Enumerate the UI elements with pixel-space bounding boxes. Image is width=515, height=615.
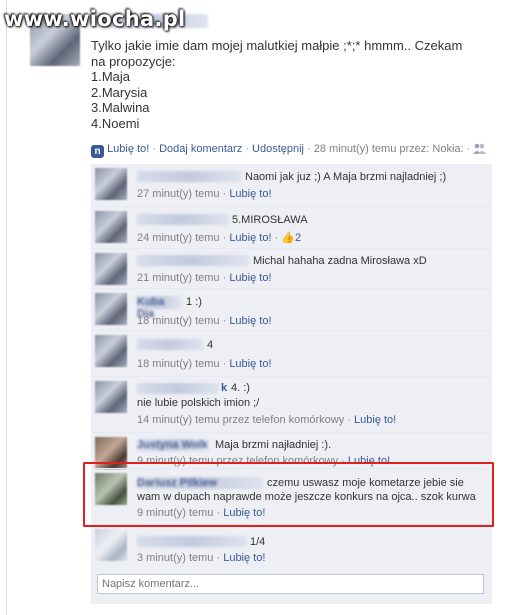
commenter-avatar[interactable] bbox=[95, 253, 127, 285]
comment-text: 5.MIROSŁAWA bbox=[232, 214, 308, 226]
separator: · bbox=[245, 143, 249, 155]
post-line: na propozycje: bbox=[91, 53, 176, 69]
comment: Naomi jak juz ;) A Maja brzmi najladniej… bbox=[91, 164, 492, 206]
comment-text: 1/4 bbox=[250, 536, 266, 548]
commenter-avatar[interactable] bbox=[95, 168, 127, 200]
commenter-name-blurred[interactable] bbox=[137, 536, 247, 547]
comment-time: 21 minut(y) temu bbox=[137, 272, 220, 284]
commenter-name[interactable]: Kuba Dia bbox=[137, 296, 181, 320]
highlight-frame bbox=[83, 462, 494, 527]
share-button[interactable]: Udostępnij bbox=[252, 143, 304, 155]
comment-time: 18 minut(y) temu bbox=[137, 315, 220, 327]
commenter-name[interactable]: Justyna Wolk bbox=[137, 439, 209, 451]
add-comment-button[interactable]: Dodaj komentarz bbox=[159, 143, 242, 155]
comment-meta: 14 minut(y) temu przez telefon komórkowy… bbox=[137, 414, 397, 426]
separator: · bbox=[307, 143, 311, 155]
commenter-name-blurred[interactable] bbox=[137, 255, 249, 266]
watermark: www.wiocha.pl bbox=[4, 7, 186, 31]
comment-meta: 3 minut(y) temu · Lubię to! bbox=[137, 552, 266, 564]
comment-text: Michal hahaha zadna Mirosława xD bbox=[253, 255, 427, 267]
post-line: 2.Marysia bbox=[91, 84, 148, 100]
nokia-app-icon: n bbox=[91, 145, 104, 158]
comment-meta: 18 minut(y) temu · Lubię to! bbox=[137, 315, 272, 327]
post-text: Tylko jakie imie dam mojej malutkiej mał… bbox=[91, 38, 486, 131]
comment-time: 24 minut(y) temu bbox=[137, 232, 220, 244]
commenter-avatar[interactable] bbox=[95, 381, 127, 413]
comment-like-button[interactable]: Lubię to! bbox=[229, 315, 271, 327]
comment-time: 14 minut(y) temu przez telefon komórkowy bbox=[137, 414, 345, 426]
commenter-avatar[interactable] bbox=[95, 529, 127, 561]
page-divider bbox=[6, 0, 7, 615]
comment-time: 18 minut(y) temu bbox=[137, 358, 220, 370]
comments-list: Naomi jak juz ;) A Maja brzmi najladniej… bbox=[91, 164, 492, 604]
comment-meta: 18 minut(y) temu · Lubię to! bbox=[137, 358, 272, 370]
people-icon bbox=[473, 143, 487, 157]
comment-meta: 21 minut(y) temu · Lubię to! bbox=[137, 272, 272, 284]
comment-text: 1 :) bbox=[186, 296, 202, 308]
comment-like-button[interactable]: Lubię to! bbox=[229, 232, 271, 244]
post-actions: n Lubię to! · Dodaj komentarz · Udostępn… bbox=[91, 143, 487, 158]
post-line: 3.Malwina bbox=[91, 100, 150, 115]
post-timestamp: 28 minut(y) temu przez: Nokia: bbox=[313, 143, 464, 155]
commenter-avatar[interactable] bbox=[95, 293, 127, 325]
post-line: Tylko jakie imie dam mojej malutkiej mał… bbox=[91, 38, 463, 53]
comment: Kuba Dia 1 :) 18 minut(y) temu · Lubię t… bbox=[91, 288, 492, 331]
comment-time: 27 minut(y) temu bbox=[137, 188, 220, 200]
comment-text: Maja brzmi najładniej :). bbox=[215, 439, 332, 451]
comment-input[interactable] bbox=[97, 574, 484, 594]
comment: 1/4 3 minut(y) temu · Lubię to! bbox=[91, 524, 492, 569]
comment-text: nie lubie polskich imion ;/ bbox=[137, 397, 260, 409]
post-line: 1.Maja bbox=[91, 69, 131, 84]
comment-text: 4 bbox=[207, 339, 214, 351]
comment: 5.MIROSŁAWA 24 minut(y) temu · Lubię to!… bbox=[91, 206, 492, 249]
separator: · bbox=[152, 143, 156, 155]
commenter-name-blurred[interactable] bbox=[137, 339, 203, 350]
likes-count[interactable]: 2 bbox=[295, 232, 301, 244]
commenter-name-blurred[interactable] bbox=[137, 171, 241, 182]
comment: k 4. :) nie lubie polskich imion ;/ 14 m… bbox=[91, 376, 492, 433]
thumbs-up-icon[interactable]: 👍 bbox=[281, 232, 295, 244]
commenter-name-blurred[interactable] bbox=[137, 383, 219, 394]
comment-meta: 24 minut(y) temu · Lubię to! · 👍2 bbox=[137, 232, 302, 244]
comment-text: 4. :) bbox=[231, 382, 250, 394]
commenter-name-blurred[interactable] bbox=[137, 214, 229, 225]
comment-like-button[interactable]: Lubię to! bbox=[354, 414, 396, 426]
commenter-avatar[interactable] bbox=[95, 335, 127, 367]
commenter-avatar[interactable] bbox=[95, 211, 127, 243]
separator: · bbox=[466, 143, 471, 155]
comment-meta: 27 minut(y) temu · Lubię to! bbox=[137, 188, 272, 200]
post-line: 4.Noemi bbox=[91, 115, 140, 131]
like-button[interactable]: Lubię to! bbox=[107, 143, 149, 155]
comment: 4 18 minut(y) temu · Lubię to! bbox=[91, 330, 492, 377]
comment: Michal hahaha zadna Mirosława xD 21 minu… bbox=[91, 248, 492, 289]
comment-text: Naomi jak juz ;) A Maja brzmi najladniej… bbox=[245, 171, 447, 183]
comment-like-button[interactable]: Lubię to! bbox=[223, 552, 265, 564]
comment-like-button[interactable]: Lubię to! bbox=[229, 188, 271, 200]
comment-like-button[interactable]: Lubię to! bbox=[229, 272, 271, 284]
commenter-name[interactable]: k bbox=[221, 382, 227, 394]
comment-like-button[interactable]: Lubię to! bbox=[229, 358, 271, 370]
comment-time: 3 minut(y) temu bbox=[137, 552, 214, 564]
